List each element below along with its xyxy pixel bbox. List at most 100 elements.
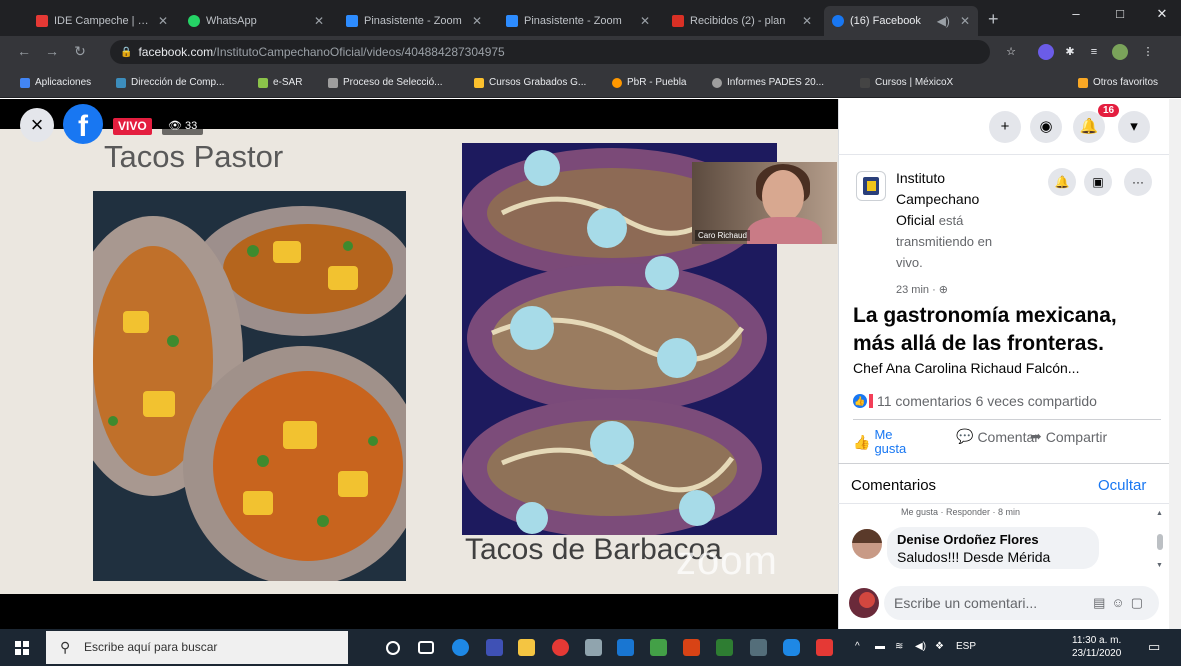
- system-clock[interactable]: 11:30 a. m. 23/11/2020: [1072, 634, 1121, 660]
- extension-icon[interactable]: [1038, 44, 1054, 60]
- app-icon[interactable]: [650, 639, 667, 656]
- page-avatar[interactable]: [856, 171, 886, 201]
- page-name-line3[interactable]: Oficial: [896, 212, 935, 228]
- page-scrollbar[interactable]: [1169, 99, 1181, 629]
- browser-tab-facebook[interactable]: (16) Facebook ◀) ✕: [824, 6, 978, 36]
- back-arrow-icon[interactable]: ←: [14, 43, 34, 59]
- close-video-button[interactable]: ×: [20, 108, 54, 142]
- powerpoint-icon[interactable]: [683, 639, 700, 656]
- tray-expand-icon[interactable]: ^: [855, 641, 860, 652]
- close-icon[interactable]: ✕: [472, 14, 482, 28]
- share-button[interactable]: ➦ Compartir: [1030, 428, 1107, 445]
- keyboard-language[interactable]: ESP: [956, 641, 976, 652]
- chrome-icon[interactable]: [552, 639, 569, 656]
- scroll-thumb[interactable]: [1157, 534, 1163, 550]
- tab-label: WhatsApp: [206, 15, 257, 27]
- browser-tab-gmail[interactable]: Recibidos (2) - plan ✕: [664, 6, 820, 36]
- bookmark-mexicox[interactable]: Cursos | MéxicoX: [860, 77, 953, 88]
- bookmark-pades[interactable]: Informes PADES 20...: [712, 77, 824, 88]
- file-explorer-icon[interactable]: [518, 639, 535, 656]
- close-icon[interactable]: ✕: [640, 14, 650, 28]
- browser-tab-zoom-2[interactable]: Pinasistente - Zoom ✕: [498, 6, 658, 36]
- comments-divider: [838, 463, 1169, 464]
- close-icon[interactable]: ✕: [802, 14, 812, 28]
- comment-author[interactable]: Denise Ordoñez Flores: [897, 532, 1089, 547]
- reload-icon[interactable]: ↻: [70, 43, 90, 60]
- playlist-icon[interactable]: ≡: [1086, 44, 1102, 60]
- comment-button[interactable]: 💬 Comentar: [956, 428, 1039, 445]
- window-close-button[interactable]: ✕: [1142, 6, 1181, 22]
- live-video-player[interactable]: Tacos Pastor Tacos de Barbacoa zoom Caro…: [0, 99, 838, 629]
- browser-tab-ide-campeche[interactable]: IDE Campeche | Pro ✕: [28, 6, 176, 36]
- tab-label: Pinasistente - Zoom: [364, 15, 462, 27]
- page-name-line1[interactable]: Instituto: [896, 170, 945, 186]
- star-icon[interactable]: ☆: [1003, 44, 1019, 60]
- network-icon[interactable]: ▬: [875, 641, 885, 652]
- kebab-menu-icon[interactable]: ⋮: [1140, 44, 1156, 60]
- page-name-line2[interactable]: Campechano: [896, 191, 979, 207]
- facebook-logo-icon[interactable]: f: [63, 104, 103, 144]
- comment-actions[interactable]: Me gusta · Responder · 8 min: [901, 507, 1020, 517]
- word-icon[interactable]: [617, 639, 634, 656]
- excel-icon[interactable]: [716, 639, 733, 656]
- address-bar[interactable]: 🔒 facebook.com /InstitutoCampechanoOfici…: [110, 40, 990, 64]
- hide-comments-link[interactable]: Ocultar: [1098, 477, 1146, 494]
- save-bookmark-icon[interactable]: ▣: [1084, 168, 1112, 196]
- edge-icon[interactable]: [452, 639, 469, 656]
- bookmark-direccion[interactable]: Dirección de Comp...: [116, 77, 224, 88]
- comment-input-icons[interactable]: ▤☺▢: [1093, 586, 1149, 620]
- messenger-icon[interactable]: ◉: [1030, 111, 1062, 143]
- scroll-down-icon[interactable]: ▼: [1156, 562, 1163, 569]
- action-center-icon[interactable]: ▭: [1148, 639, 1160, 655]
- comment-input[interactable]: Escribe un comentari... ▤☺▢: [884, 586, 1159, 620]
- page-logo-shape: [867, 181, 876, 191]
- bookmark-label: Proceso de Selecció...: [343, 77, 443, 88]
- forward-arrow-icon[interactable]: →: [42, 43, 62, 59]
- scroll-up-icon[interactable]: ▲: [1156, 510, 1163, 517]
- more-options-icon[interactable]: ···: [1124, 168, 1152, 196]
- zoom-icon[interactable]: [783, 639, 800, 656]
- zoom-icon: [346, 15, 358, 27]
- extensions-puzzle-icon[interactable]: ✱: [1062, 44, 1078, 60]
- bookmark-label: PbR - Puebla: [627, 77, 687, 88]
- windows-start-icon[interactable]: [15, 641, 29, 655]
- new-tab-button[interactable]: +: [988, 9, 999, 30]
- minimize-button[interactable]: –: [1056, 6, 1096, 21]
- wifi-icon[interactable]: ≋: [895, 641, 903, 652]
- commenter-avatar[interactable]: [852, 529, 882, 559]
- store-icon[interactable]: [486, 639, 503, 656]
- bookmark-esar[interactable]: e-SAR: [258, 77, 302, 88]
- bookmark-apps[interactable]: Aplicaciones: [20, 77, 91, 88]
- close-icon[interactable]: ✕: [960, 14, 970, 28]
- thumbs-up-icon: 👍: [853, 433, 871, 450]
- participant-face: [762, 170, 804, 222]
- like-label: Me gusta: [874, 427, 907, 456]
- follow-bell-icon[interactable]: 🔔: [1048, 168, 1076, 196]
- task-view-icon[interactable]: [418, 641, 434, 654]
- profile-avatar[interactable]: [1112, 44, 1128, 60]
- video-description[interactable]: Chef Ana Carolina Richaud Falcón...: [853, 360, 1153, 376]
- account-menu-chevron-icon[interactable]: ▾: [1118, 111, 1150, 143]
- comments-scrollbar[interactable]: ▲ ▼: [1155, 510, 1165, 570]
- bookmark-otros[interactable]: Otros favoritos: [1078, 77, 1158, 88]
- app-tray-icon[interactable]: ❖: [935, 641, 944, 652]
- bookmark-pbr[interactable]: PbR - Puebla: [612, 77, 686, 88]
- windows-taskbar: ⚲ Escribe aquí para buscar ^ ▬ ≋ ◀) ❖ ES…: [0, 629, 1181, 666]
- engagement-stats[interactable]: 👍 11 comentarios 6 veces compartido: [853, 393, 1097, 409]
- app-icon[interactable]: [750, 639, 767, 656]
- post-timestamp[interactable]: 23 min · ⊕: [896, 283, 948, 296]
- maximize-button[interactable]: □: [1100, 6, 1140, 21]
- create-plus-icon[interactable]: +: [989, 111, 1021, 143]
- browser-tab-zoom-1[interactable]: Pinasistente - Zoom ✕: [338, 6, 490, 36]
- taskbar-search-input[interactable]: ⚲ Escribe aquí para buscar: [46, 631, 348, 664]
- bookmark-proceso[interactable]: Proceso de Selecció...: [328, 77, 443, 88]
- like-button[interactable]: 👍 Me gusta: [853, 428, 914, 456]
- volume-icon[interactable]: ◀): [915, 641, 926, 652]
- acrobat-icon[interactable]: [816, 639, 833, 656]
- cortana-icon[interactable]: [386, 641, 400, 655]
- browser-tab-whatsapp[interactable]: WhatsApp ✕: [180, 6, 332, 36]
- bookmark-cursos[interactable]: Cursos Grabados G...: [474, 77, 586, 88]
- close-icon[interactable]: ✕: [158, 14, 168, 28]
- app-icon[interactable]: [585, 639, 602, 656]
- close-icon[interactable]: ✕: [314, 14, 324, 28]
